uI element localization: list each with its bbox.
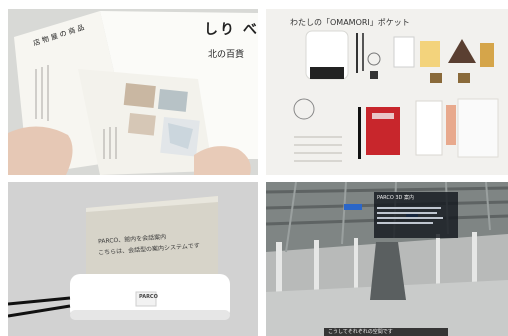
3d-office-render: PARCO 3D 案内 こうしてそれぞれの空間です [266,182,508,336]
transparent-display-photo: PARCO、館内を会話案内 こちらは、会話型の案内システムです PARCO [8,182,258,336]
menu-lines [374,203,458,228]
brand-subtitle: 北の百貨 [208,50,245,60]
flatlay-illustration [266,9,508,175]
pocket-heading: わたしの「OMAMORI」ポケット [290,18,410,27]
display-illustration [8,182,258,336]
brochure-photo: しり べし 北の百貨 店 物 屋 の 商 品 [8,9,258,175]
menu-title: PARCO 3D 案内 [377,195,414,201]
omamori-pocket-photo: わたしの「OMAMORI」ポケット [266,9,508,175]
brand-vertical-title: しり べし [204,22,258,38]
subtitle-bar-text: こうしてそれぞれの空間です [328,329,393,335]
menu-panel: PARCO 3D 案内 [374,192,458,238]
base-label: PARCO [139,294,158,300]
